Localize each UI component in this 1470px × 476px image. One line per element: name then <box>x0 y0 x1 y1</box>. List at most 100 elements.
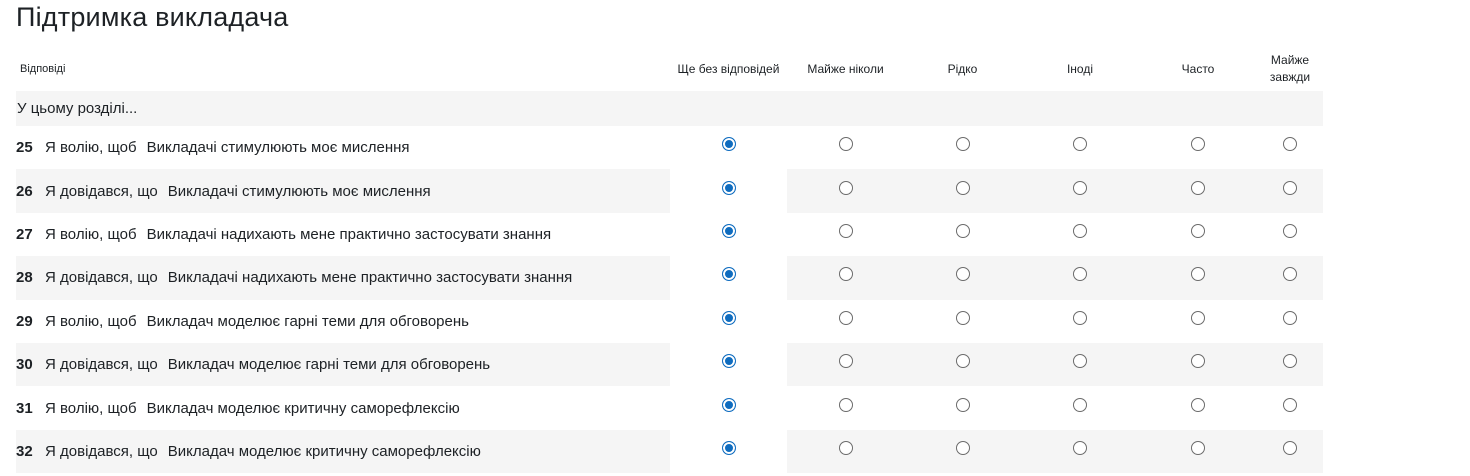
radio-often[interactable] <box>1191 137 1205 152</box>
answer-cell-sometimes <box>1021 213 1139 256</box>
radio-almost-never[interactable] <box>838 354 853 369</box>
question-cell: 30 Я довідався, що Викладач моделює гарні … <box>16 342 670 387</box>
answer-cell-no-answer <box>670 213 787 256</box>
radio-almost-never[interactable] <box>838 137 853 152</box>
question-text: Викладачі надихають мене практично засто… <box>146 225 552 243</box>
radio-almost-never[interactable] <box>838 267 853 282</box>
radio-sometimes[interactable] <box>1073 354 1087 369</box>
answer-cell-sometimes <box>1021 386 1139 429</box>
radio-no-answer[interactable] <box>721 440 736 455</box>
radio-no-answer[interactable] <box>721 137 736 152</box>
radio-often[interactable] <box>1191 224 1205 238</box>
radio-often[interactable] <box>1191 310 1205 325</box>
radio-sometimes[interactable] <box>1073 180 1087 195</box>
radio-seldom[interactable] <box>955 180 970 195</box>
radio-almost-always[interactable] <box>1283 440 1297 455</box>
answer-cell-almost-never <box>787 126 904 169</box>
question-text: Викладачі надихають мене практично засто… <box>167 269 573 287</box>
column-header-often: Часто <box>1181 61 1215 76</box>
question-row-26: 26 Я довідався, що Викладачі стимулюють мо… <box>16 169 1323 213</box>
radio-almost-always[interactable] <box>1283 137 1297 152</box>
answer-cell-seldom <box>904 342 1021 387</box>
answer-cell-seldom <box>904 169 1021 213</box>
radio-sometimes[interactable] <box>1073 267 1087 282</box>
header-row: Відповіді Ще без відповідей Майже ніколи… <box>16 47 1323 91</box>
question-row-32: 32 Я довідався, що Викладач моделює критич… <box>16 429 1323 474</box>
answer-cell-no-answer <box>670 169 787 213</box>
column-header-seldom: Рідко <box>947 61 978 76</box>
answer-cell-almost-never <box>787 213 904 256</box>
radio-seldom[interactable] <box>955 397 970 412</box>
radio-seldom[interactable] <box>955 440 970 455</box>
question-row-31: 31 Я волію, щоб Викладач моделює критичну … <box>16 386 1323 429</box>
answer-cell-no-answer <box>670 256 787 300</box>
radio-almost-never[interactable] <box>838 180 853 195</box>
question-number: 26 <box>16 182 33 200</box>
radio-sometimes[interactable] <box>1073 440 1087 455</box>
radio-often[interactable] <box>1191 397 1205 412</box>
radio-almost-always[interactable] <box>1283 224 1297 238</box>
section-row: У цьому розділі... <box>16 91 1323 126</box>
radio-no-answer[interactable] <box>721 397 736 412</box>
answer-cell-almost-never <box>787 300 904 343</box>
question-prefix: Я волію, щоб <box>45 312 137 330</box>
radio-sometimes[interactable] <box>1073 310 1087 325</box>
radio-seldom[interactable] <box>955 310 970 325</box>
question-number: 30 <box>16 356 33 374</box>
radio-almost-never[interactable] <box>838 440 853 455</box>
answer-cell-often <box>1139 126 1257 169</box>
radio-almost-always[interactable] <box>1283 310 1297 325</box>
radio-seldom[interactable] <box>955 224 970 238</box>
radio-almost-never[interactable] <box>838 224 853 238</box>
radio-no-answer[interactable] <box>721 267 736 282</box>
answer-cell-almost-always <box>1257 169 1323 213</box>
question-cell: 28 Я довідався, що Викладачі надихають мен… <box>16 256 670 300</box>
radio-sometimes[interactable] <box>1073 137 1087 152</box>
question-prefix: Я довідався, що <box>45 182 158 200</box>
answer-cell-often <box>1139 429 1257 474</box>
question-prefix: Я волію, щоб <box>45 399 137 417</box>
question-row-30: 30 Я довідався, що Викладач моделює гарні … <box>16 342 1323 387</box>
radio-no-answer[interactable] <box>721 180 736 195</box>
radio-seldom[interactable] <box>955 354 970 369</box>
answer-cell-often <box>1139 300 1257 343</box>
radio-no-answer[interactable] <box>721 224 736 238</box>
answer-cell-often <box>1139 169 1257 213</box>
answer-cell-sometimes <box>1021 126 1139 169</box>
radio-often[interactable] <box>1191 180 1205 195</box>
answer-cell-no-answer <box>670 342 787 387</box>
radio-almost-always[interactable] <box>1283 267 1297 282</box>
column-header-almost-always: Майже завжди <box>1269 53 1311 84</box>
radio-often[interactable] <box>1191 267 1205 282</box>
question-number: 32 <box>16 442 33 460</box>
answer-cell-seldom <box>904 213 1021 256</box>
question-row-27: 27 Я волію, щоб Викладачі надихають мене п… <box>16 213 1323 256</box>
radio-no-answer[interactable] <box>721 310 736 325</box>
radio-seldom[interactable] <box>955 137 970 152</box>
radio-sometimes[interactable] <box>1073 224 1087 238</box>
radio-almost-never[interactable] <box>838 397 853 412</box>
radio-almost-always[interactable] <box>1283 354 1297 369</box>
answer-cell-almost-never <box>787 342 904 387</box>
question-prefix: Я довідався, що <box>45 442 158 460</box>
column-header-sometimes: Іноді <box>1066 61 1094 76</box>
answer-cell-sometimes <box>1021 169 1139 213</box>
radio-often[interactable] <box>1191 354 1205 369</box>
radio-almost-never[interactable] <box>838 310 853 325</box>
answer-cell-almost-never <box>787 386 904 429</box>
column-header-responses: Відповіді <box>20 62 66 75</box>
answer-cell-almost-never <box>787 256 904 300</box>
radio-almost-always[interactable] <box>1283 397 1297 412</box>
section-label: У цьому розділі... <box>17 100 138 117</box>
radio-sometimes[interactable] <box>1073 397 1087 412</box>
answer-cell-often <box>1139 256 1257 300</box>
radio-often[interactable] <box>1191 440 1205 455</box>
answer-cell-almost-always <box>1257 342 1323 387</box>
question-text: Викладач моделює критичну саморефлексію <box>167 442 481 460</box>
radio-no-answer[interactable] <box>721 354 736 369</box>
answer-cell-seldom <box>904 386 1021 429</box>
radio-almost-always[interactable] <box>1283 180 1297 195</box>
question-prefix: Я довідався, що <box>45 356 158 374</box>
answer-cell-almost-always <box>1257 386 1323 429</box>
radio-seldom[interactable] <box>955 267 970 282</box>
